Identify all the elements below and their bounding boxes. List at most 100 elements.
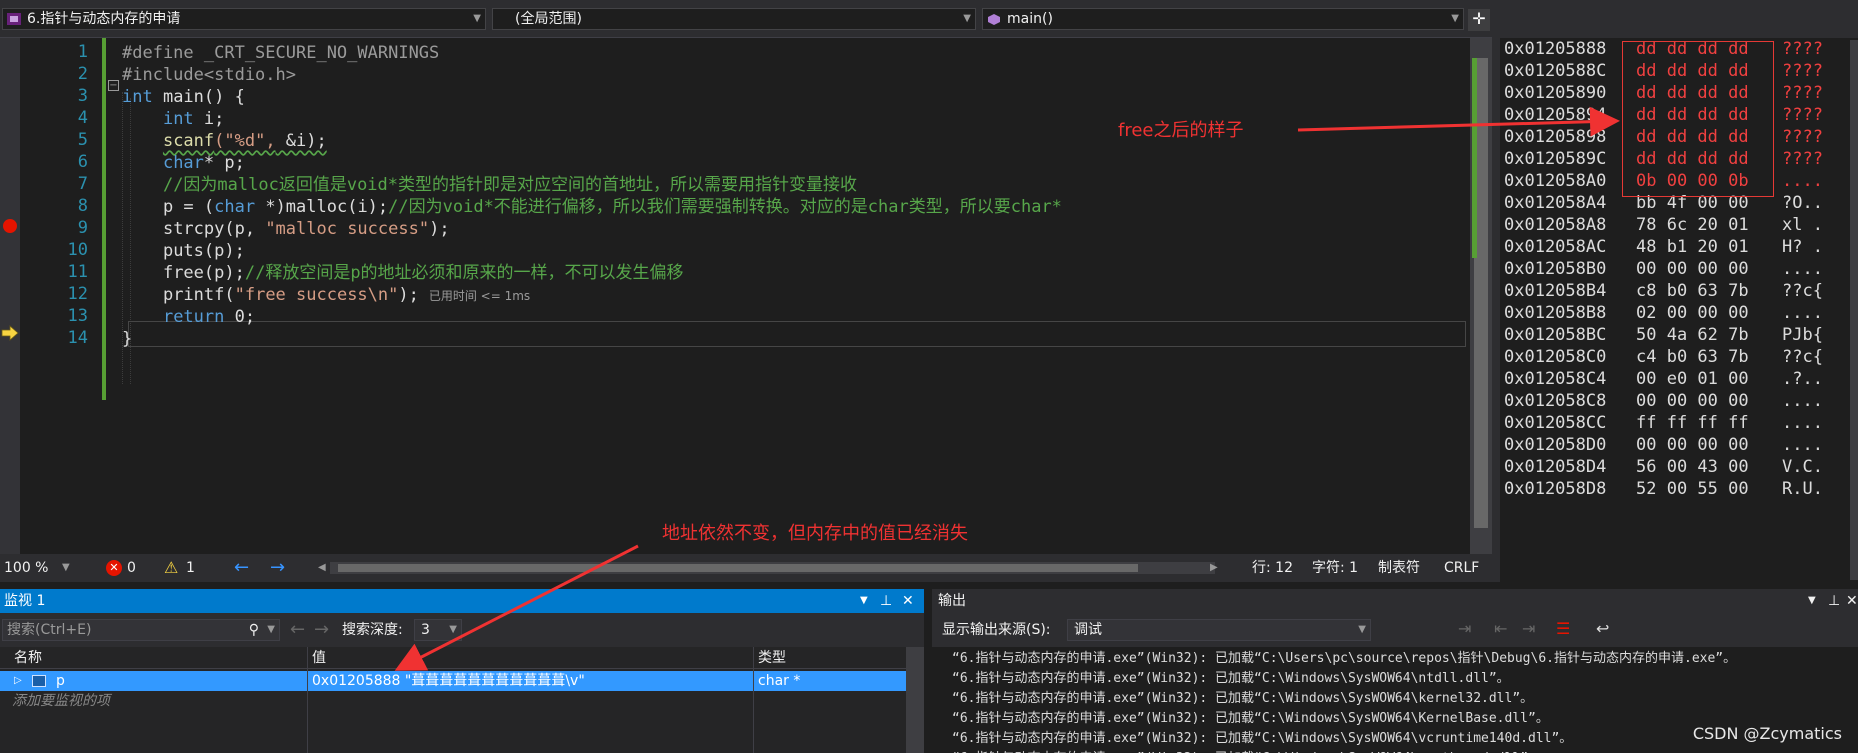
pin-icon[interactable]: ⊥: [880, 589, 892, 613]
word-wrap-icon[interactable]: ↩: [1596, 619, 1609, 638]
file-scope-dropdown[interactable]: 6.指针与动态内存的申请 ▼: [2, 8, 486, 30]
code-comment: //释放空间是p的地址必须和原来的一样，不可以发生偏移: [244, 263, 684, 283]
watch-row[interactable]: ▷ p 0x01205888 "葺葺葺葺葺葺葺葺葺葺葺\v" char *: [0, 671, 906, 691]
window-position-icon[interactable]: ▼: [860, 589, 868, 613]
panel-splitter[interactable]: [1492, 0, 1500, 582]
chevron-down-icon[interactable]: ▼: [267, 620, 275, 640]
search-depth-select[interactable]: 3 ▼: [414, 619, 462, 641]
memory-address: 0x012058D0: [1504, 435, 1607, 455]
column-header-value[interactable]: 值: [312, 647, 326, 669]
output-line: “6.指针与动态内存的申请.exe”(Win32): 已加载“C:\Window…: [952, 671, 1510, 686]
output-source-value: 调试: [1074, 622, 1102, 638]
line-number: 6: [77, 152, 88, 172]
output-source-select[interactable]: 调试 ▼: [1067, 619, 1371, 641]
annotation-free-note: free之后的样子: [1118, 120, 1244, 141]
function-call: scanf: [162, 131, 215, 151]
watch-variable-type: char *: [758, 673, 801, 689]
navigation-bar: 6.指针与动态内存的申请 ▼ (全局范围) ▼ main() ▼ ✛: [0, 0, 1492, 38]
chevron-down-icon: ▼: [473, 13, 481, 24]
watch-variable-name[interactable]: p: [56, 671, 65, 691]
navigate-forward-icon[interactable]: →: [270, 554, 285, 582]
column-divider[interactable]: [753, 647, 754, 753]
memory-address: 0x01205894: [1504, 105, 1607, 125]
editor-horizontal-scrollbar[interactable]: [330, 562, 1215, 574]
watch-search-input[interactable]: 搜索(Ctrl+E) ⚲ ▼: [2, 619, 280, 641]
pin-icon[interactable]: ⊥: [1828, 589, 1840, 613]
code-line-13[interactable]: return 0;: [122, 304, 255, 330]
keyword: int: [122, 87, 153, 107]
memory-hex[interactable]: 52 00 55 00: [1636, 476, 1749, 502]
search-next-icon[interactable]: →: [314, 619, 329, 641]
watch-title-bar[interactable]: 监视 1 ▼ ⊥ ✕: [0, 589, 924, 613]
line-number: 1: [77, 42, 88, 62]
close-icon[interactable]: ✕: [902, 589, 914, 613]
memory-address: 0x01205898: [1504, 127, 1607, 147]
search-depth-label: 搜索深度:: [342, 622, 403, 638]
indent-mode[interactable]: 制表符: [1378, 554, 1420, 582]
memory-address: 0x012058B8: [1504, 303, 1607, 323]
code-text: * p;: [203, 153, 245, 173]
scroll-left-icon[interactable]: ◀: [318, 554, 326, 582]
code-text: *)malloc(i);: [255, 197, 389, 217]
code-text: free(p);: [162, 263, 245, 283]
line-ending[interactable]: CRLF: [1444, 554, 1479, 582]
warning-count[interactable]: 1: [186, 554, 195, 582]
memory-address: 0x012058B4: [1504, 281, 1607, 301]
window-position-icon[interactable]: ▼: [1808, 589, 1816, 613]
line-number: 4: [77, 108, 88, 128]
zoom-level[interactable]: 100 %: [4, 554, 48, 582]
error-icon[interactable]: ✕: [106, 560, 122, 576]
code-line-14[interactable]: }: [122, 326, 132, 352]
watch-variable-value[interactable]: 0x01205888 "葺葺葺葺葺葺葺葺葺葺葺\v": [312, 671, 585, 691]
column-header-type[interactable]: 类型: [758, 647, 786, 669]
output-title-bar[interactable]: 输出 ▼ ⊥ ✕: [932, 589, 1858, 613]
keyword: return: [162, 307, 225, 327]
search-icon[interactable]: ⚲: [249, 620, 259, 640]
split-view-button[interactable]: ✛: [1468, 9, 1490, 31]
chevron-down-icon: ▼: [1451, 13, 1459, 24]
search-previous-icon[interactable]: ←: [290, 619, 305, 641]
memory-address: 0x012058A0: [1504, 171, 1607, 191]
memory-row[interactable]: 0x012058D8 52 00 55 00 R.U.: [1504, 476, 1823, 502]
next-message-icon[interactable]: ⇥: [1522, 619, 1535, 638]
watch-title: 监视 1: [4, 593, 46, 609]
code-text: }: [122, 329, 133, 349]
watch-vertical-scrollbar[interactable]: [906, 647, 924, 753]
chevron-down-icon: ▼: [1358, 624, 1366, 635]
line-number: 3: [77, 86, 88, 106]
watch-add-item[interactable]: 添加要监视的项: [0, 691, 906, 711]
output-line: “6.指针与动态内存的申请.exe”(Win32): 已加载“C:\Window…: [952, 731, 1573, 746]
code-text: main() {: [152, 87, 245, 107]
chevron-down-icon: ▼: [963, 13, 971, 24]
editor-vertical-scrollbar[interactable]: [1470, 38, 1492, 554]
expand-icon[interactable]: ▷: [14, 671, 22, 691]
memory-address: 0x012058C0: [1504, 347, 1607, 367]
chevron-down-icon: ▼: [449, 624, 457, 635]
memory-address: 0x012058CC: [1504, 413, 1607, 433]
memory-address: 0x012058B0: [1504, 259, 1607, 279]
line-number-gutter: 1 2 3 4 5 6 7 8 9 10 11 12 13 14: [20, 38, 100, 554]
close-icon[interactable]: ✕: [1846, 589, 1858, 613]
cursor-line: 行: 12: [1252, 560, 1293, 576]
collapse-toggle-icon[interactable]: −: [108, 80, 119, 91]
clear-all-icon[interactable]: ☰: [1556, 619, 1570, 638]
glyph-margin[interactable]: [0, 38, 20, 554]
current-line-highlight: [128, 321, 1466, 347]
breakpoint-icon[interactable]: [3, 219, 17, 233]
scrollbar-thumb[interactable]: [338, 564, 1138, 572]
memory-vertical-scrollbar[interactable]: [1850, 40, 1858, 580]
navigate-back-icon[interactable]: ←: [234, 554, 249, 582]
warning-icon[interactable]: ⚠: [164, 554, 178, 582]
chevron-down-icon[interactable]: ▼: [62, 554, 70, 582]
column-divider[interactable]: [307, 647, 308, 753]
function-scope-dropdown[interactable]: main() ▼: [982, 8, 1464, 30]
watermark: CSDN @Zcymatics: [1692, 724, 1842, 743]
code-editor[interactable]: 1 2 3 4 5 6 7 8 9 10 11 12 13 14 − #define _CRT_SECUR…: [0, 38, 1470, 554]
global-scope-dropdown[interactable]: (全局范围) ▼: [492, 8, 976, 30]
code-text: strcpy(p,: [162, 219, 266, 239]
column-header-name[interactable]: 名称: [14, 647, 42, 669]
find-message-icon[interactable]: ⇥: [1458, 619, 1471, 638]
previous-message-icon[interactable]: ⇤: [1494, 619, 1507, 638]
scroll-right-icon[interactable]: ▶: [1210, 554, 1218, 582]
error-count[interactable]: 0: [127, 554, 136, 582]
